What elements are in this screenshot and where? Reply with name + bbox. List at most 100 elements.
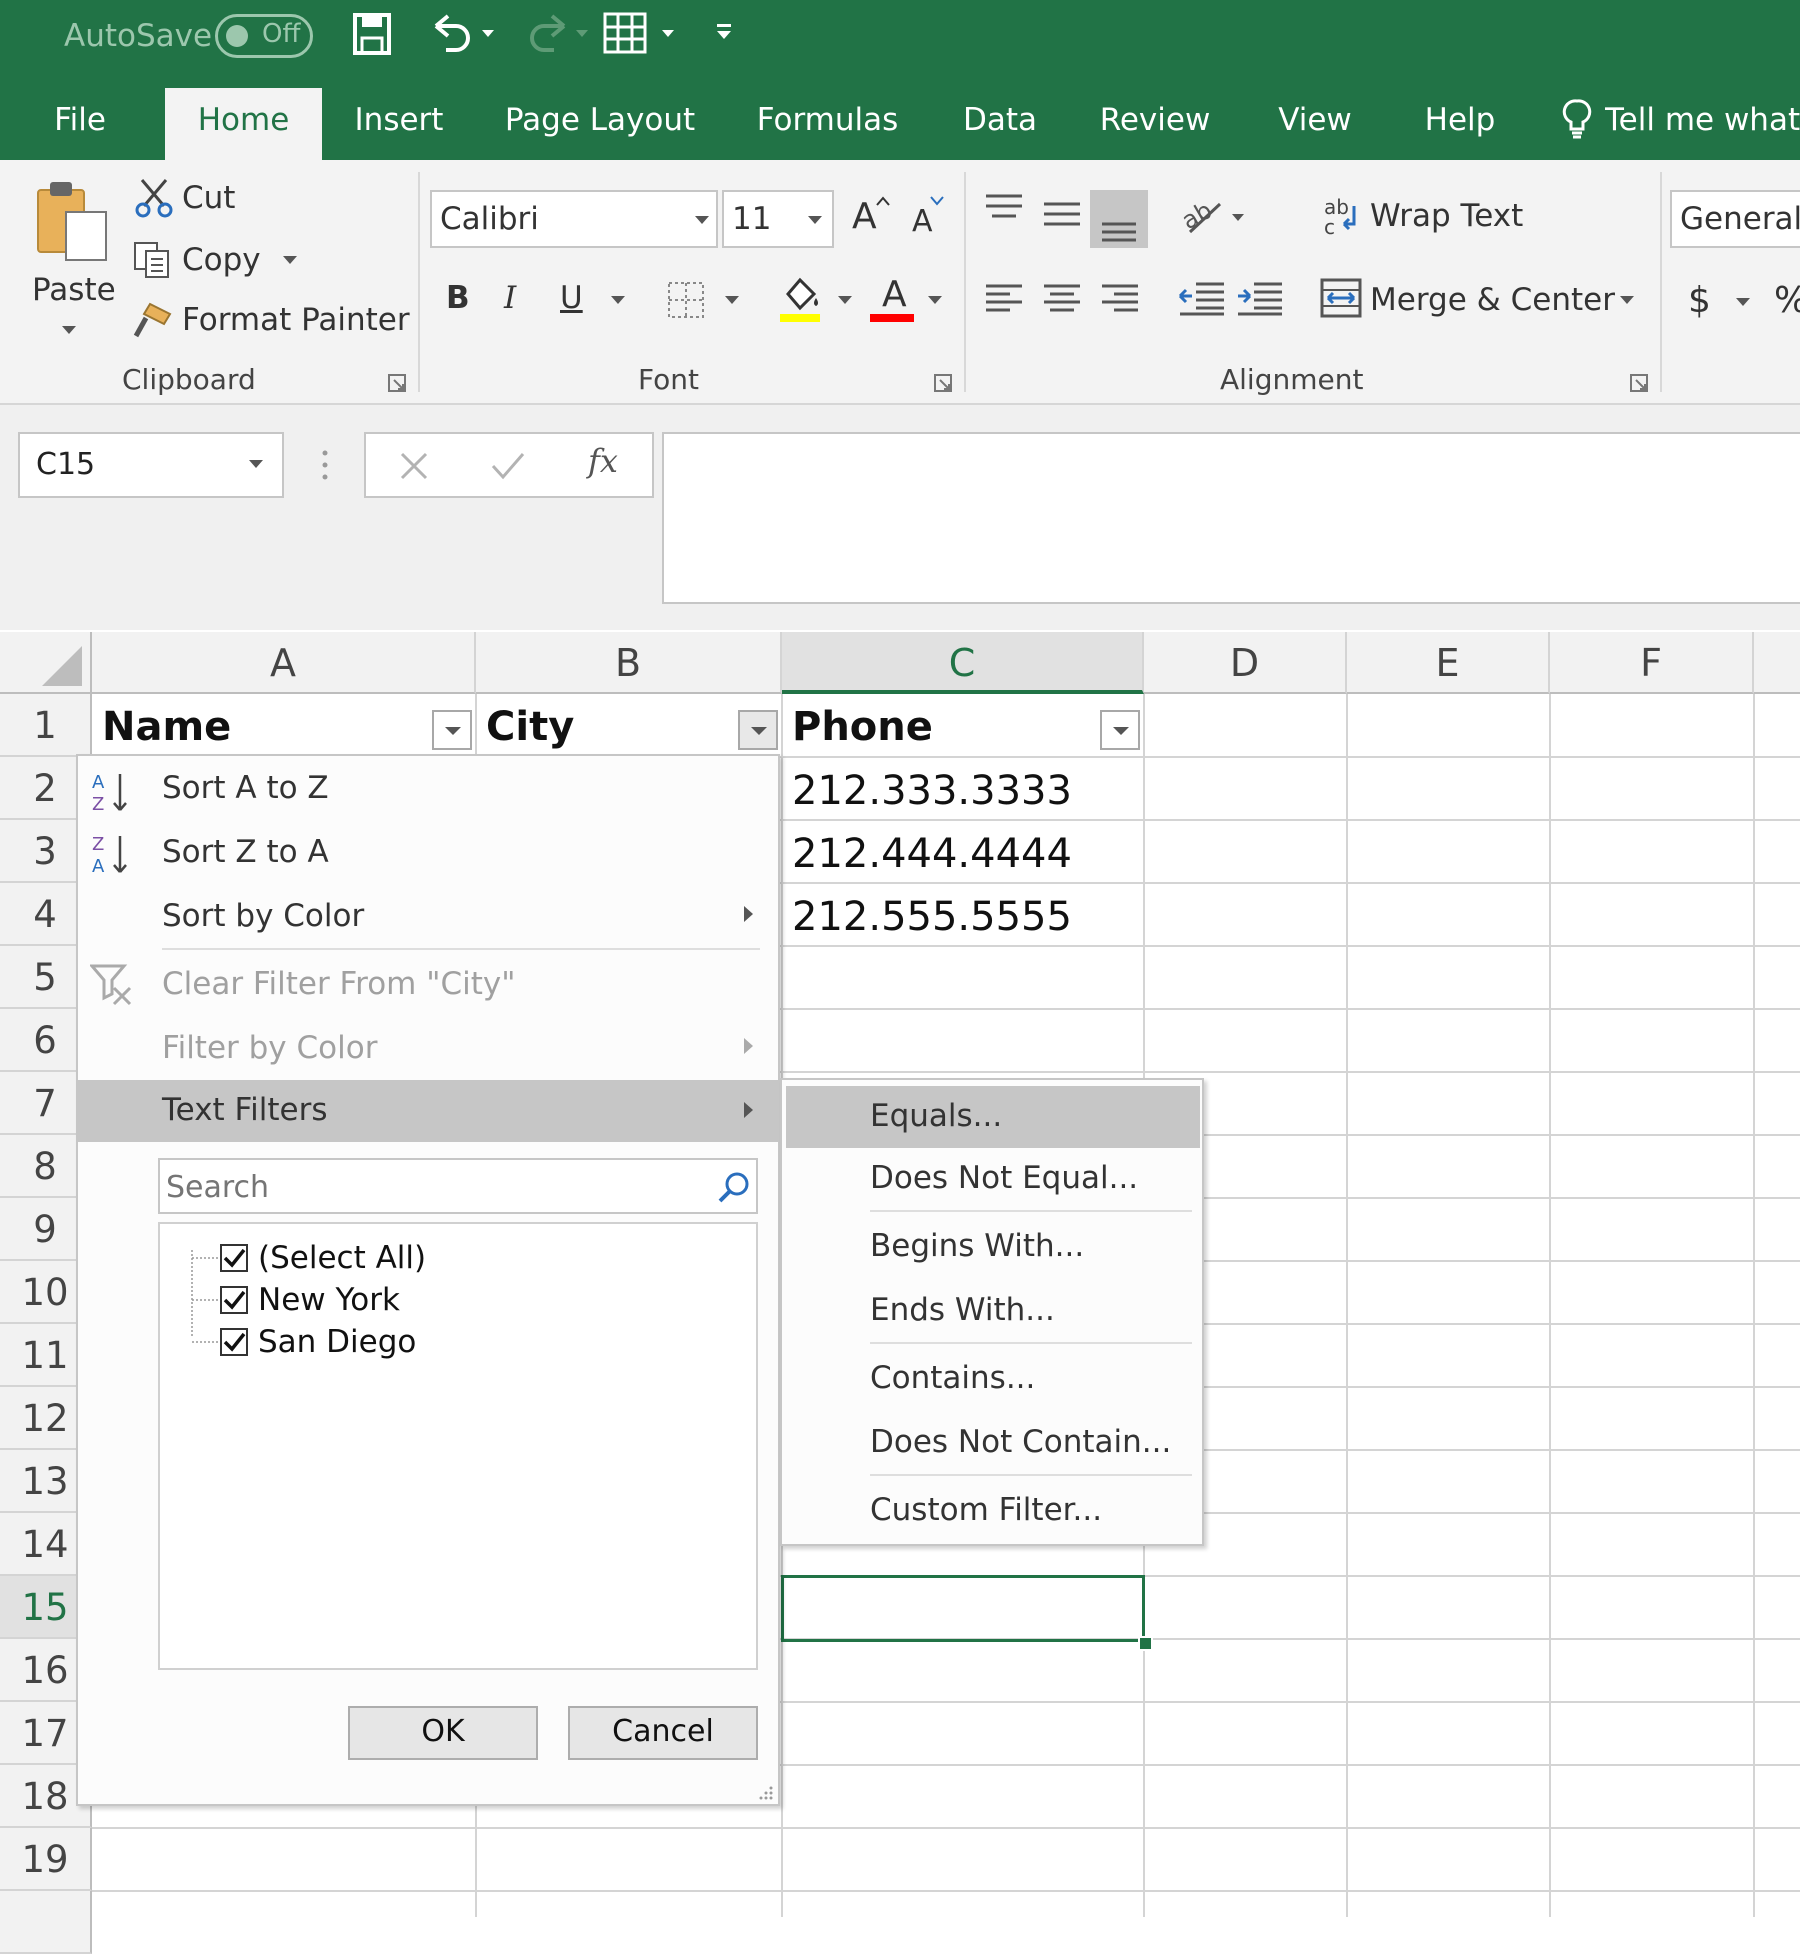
copy-button[interactable]: Copy [182, 242, 261, 278]
tab-help[interactable]: Help [1410, 88, 1510, 160]
borders-icon[interactable] [666, 280, 706, 320]
begins-with-item[interactable]: Begins With... [870, 1228, 1084, 1264]
tab-insert[interactable]: Insert [340, 88, 458, 160]
enter-entry-icon[interactable] [490, 450, 526, 482]
name-box-dropdown-icon[interactable] [249, 460, 263, 468]
cut-button[interactable]: Cut [182, 180, 235, 216]
shrink-font-button[interactable]: A [912, 204, 933, 239]
orientation-icon[interactable]: ab [1180, 196, 1244, 236]
tab-view[interactable]: View [1265, 88, 1365, 160]
equals-item[interactable]: Equals... [870, 1098, 1002, 1134]
font-name-combo[interactable]: Calibri [430, 190, 718, 248]
align-left-icon[interactable] [984, 282, 1024, 316]
cell-a1[interactable]: Name [102, 704, 231, 750]
ends-with-item[interactable]: Ends With... [870, 1292, 1055, 1328]
column-header-c[interactable]: C [782, 632, 1144, 694]
redo-icon[interactable] [522, 12, 592, 56]
active-cell-c15[interactable] [781, 1575, 1145, 1642]
cell-c1[interactable]: Phone [792, 704, 933, 750]
clipboard-launcher-icon[interactable] [388, 374, 406, 392]
alignment-launcher-icon[interactable] [1630, 374, 1648, 392]
fill-color-dropdown-icon[interactable] [838, 296, 852, 304]
undo-icon[interactable] [428, 12, 498, 56]
column-header-d[interactable]: D [1144, 632, 1347, 694]
underline-button[interactable]: U [560, 280, 583, 316]
cell-c3[interactable]: 212.444.4444 [792, 831, 1072, 877]
san-diego-checkbox[interactable] [220, 1328, 248, 1356]
cell-b1[interactable]: City [486, 704, 574, 750]
cell-c2[interactable]: 212.333.3333 [792, 768, 1072, 814]
tab-file[interactable]: File [30, 88, 130, 160]
align-top-icon[interactable] [984, 192, 1024, 222]
paste-label[interactable]: Paste [32, 272, 116, 308]
column-header-f[interactable]: F [1550, 632, 1754, 694]
format-painter-button[interactable]: Format Painter [182, 302, 410, 338]
text-filters-item[interactable]: Text Filters [162, 1092, 327, 1128]
cancel-entry-icon[interactable] [398, 450, 430, 482]
number-format-combo[interactable]: General [1670, 190, 1800, 248]
grow-font-button[interactable]: A [852, 196, 877, 237]
tab-page-layout[interactable]: Page Layout [500, 88, 700, 160]
font-launcher-icon[interactable] [934, 374, 952, 392]
row-header-1[interactable]: 1 [0, 694, 92, 757]
decrease-indent-icon[interactable] [1178, 280, 1226, 318]
cancel-button[interactable]: Cancel [568, 1706, 758, 1760]
filter-search-box[interactable] [158, 1158, 758, 1214]
wrap-text-button[interactable]: Wrap Text [1370, 198, 1523, 234]
row-header-20[interactable] [0, 1891, 92, 1954]
contains-item[interactable]: Contains... [870, 1360, 1035, 1396]
new-york-checkbox[interactable] [220, 1286, 248, 1314]
tab-data[interactable]: Data [950, 88, 1050, 160]
merge-center-dropdown-icon[interactable] [1620, 296, 1634, 304]
cell-c4[interactable]: 212.555.5555 [792, 894, 1072, 940]
save-icon[interactable] [352, 12, 392, 56]
does-not-equal-item[interactable]: Does Not Equal... [870, 1160, 1138, 1196]
align-middle-icon[interactable] [1042, 200, 1082, 230]
font-color-dropdown-icon[interactable] [928, 296, 942, 304]
autosave-toggle[interactable]: Off [215, 14, 313, 58]
custom-filter-item[interactable]: Custom Filter... [870, 1492, 1102, 1528]
formula-input[interactable] [662, 432, 1800, 604]
paste-icon[interactable] [32, 178, 114, 266]
align-center-icon[interactable] [1042, 282, 1082, 316]
sort-za-item[interactable]: Sort Z to A [162, 834, 329, 870]
filter-button-city[interactable] [738, 710, 778, 750]
filter-button-name[interactable] [432, 710, 472, 750]
underline-dropdown-icon[interactable] [611, 296, 625, 304]
select-all-button[interactable] [0, 632, 92, 694]
fill-color-icon[interactable] [778, 274, 826, 324]
fill-handle[interactable] [1138, 1636, 1153, 1651]
insert-function-button[interactable]: fx [588, 442, 618, 480]
ok-button[interactable]: OK [348, 1706, 538, 1760]
column-header-b[interactable]: B [476, 632, 782, 694]
row-header-19[interactable]: 19 [0, 1828, 92, 1891]
bold-button[interactable]: B [446, 280, 470, 316]
does-not-contain-item[interactable]: Does Not Contain... [870, 1424, 1171, 1460]
filter-by-color-item[interactable]: Filter by Color [162, 1030, 377, 1066]
copy-dropdown-icon[interactable] [283, 256, 297, 264]
resize-grip-icon[interactable] [758, 1784, 774, 1800]
font-size-dropdown-icon[interactable] [808, 216, 822, 224]
paste-dropdown-icon[interactable] [62, 326, 76, 334]
customize-qat-icon[interactable] [714, 22, 734, 42]
borders-dropdown-icon[interactable] [725, 296, 739, 304]
column-header-a[interactable]: A [92, 632, 476, 694]
column-header-g[interactable] [1754, 632, 1800, 694]
tab-home[interactable]: Home [165, 88, 322, 160]
filter-search-input[interactable] [164, 1164, 688, 1210]
filter-button-phone[interactable] [1100, 710, 1140, 750]
currency-button[interactable]: $ [1688, 280, 1711, 321]
italic-button[interactable]: I [504, 280, 516, 316]
font-color-button[interactable]: A [870, 274, 922, 324]
percent-button[interactable]: % [1774, 280, 1800, 321]
sort-by-color-item[interactable]: Sort by Color [162, 898, 364, 934]
increase-indent-icon[interactable] [1236, 280, 1284, 318]
tab-review[interactable]: Review [1090, 88, 1220, 160]
tab-formulas[interactable]: Formulas [745, 88, 910, 160]
form-icon[interactable] [602, 10, 682, 58]
currency-dropdown-icon[interactable] [1736, 298, 1750, 306]
font-name-dropdown-icon[interactable] [695, 216, 709, 224]
sort-az-item[interactable]: Sort A to Z [162, 770, 329, 806]
select-all-checkbox[interactable] [220, 1244, 248, 1272]
align-right-icon[interactable] [1100, 282, 1140, 316]
